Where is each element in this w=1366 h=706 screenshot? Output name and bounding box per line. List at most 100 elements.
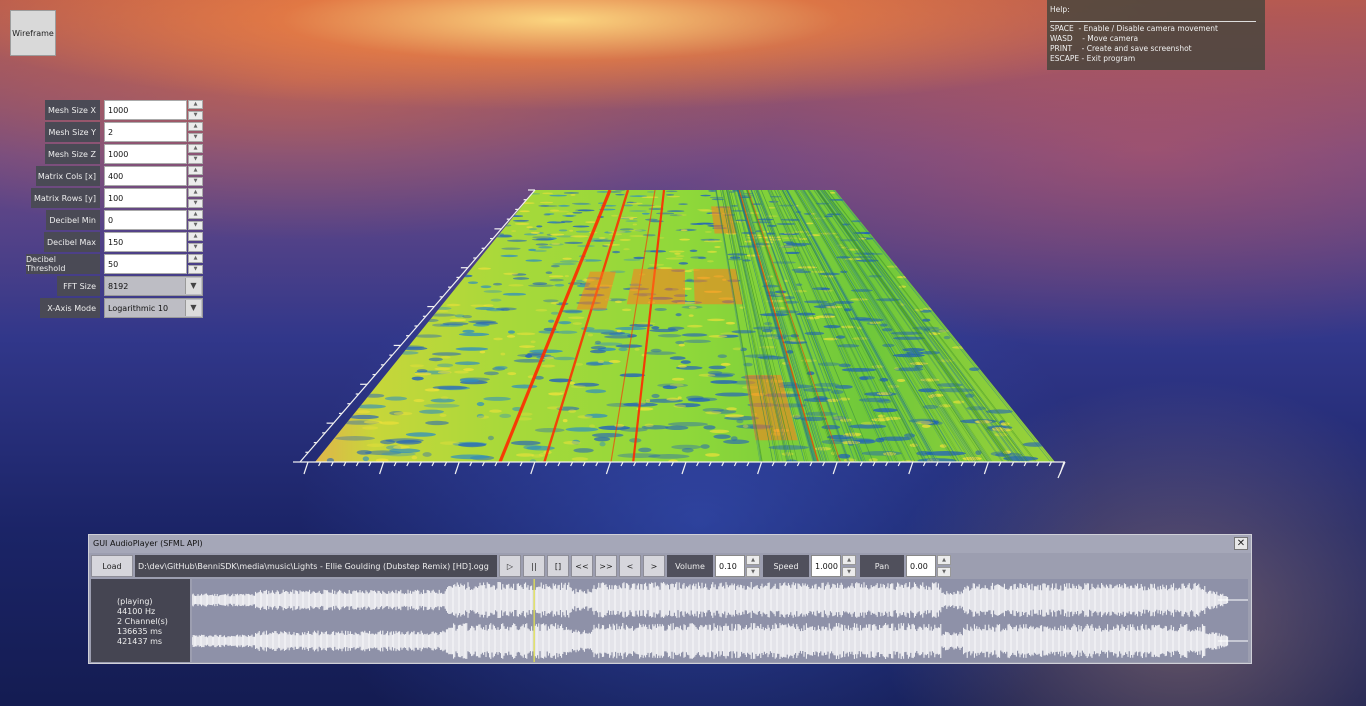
spectrum-noise	[492, 282, 503, 286]
spin-down-icon[interactable]: ▼	[188, 177, 203, 186]
spectrum-noise	[543, 213, 551, 216]
decibel-max-input[interactable]: 150	[104, 232, 187, 252]
spin-down-icon[interactable]: ▼	[842, 567, 856, 577]
mesh-size-z-input[interactable]: 1000	[104, 144, 187, 164]
spin-down-icon[interactable]: ▼	[188, 155, 203, 164]
spin-down-icon[interactable]: ▼	[937, 567, 951, 577]
spin-up-icon[interactable]: ▲	[188, 144, 203, 153]
spin-up-icon[interactable]: ▲	[188, 100, 203, 109]
spectrum-speckle	[493, 337, 503, 341]
matrix-rows-spinner[interactable]: ▲ ▼	[188, 188, 203, 208]
spin-up-icon[interactable]: ▲	[188, 254, 203, 263]
spin-up-icon[interactable]: ▲	[188, 122, 203, 131]
pan-spinner[interactable]: ▲ ▼	[937, 555, 951, 577]
play-button[interactable]: ▷	[499, 555, 521, 577]
x-axis-tick	[454, 461, 460, 475]
spectrum-speckle	[535, 309, 548, 312]
spectrum-speckle	[440, 355, 451, 359]
spectrum-speckle	[489, 409, 502, 413]
spectrum-speckle	[463, 368, 474, 372]
mesh-size-z-spinner[interactable]: ▲ ▼	[188, 144, 203, 164]
spin-up-icon[interactable]: ▲	[188, 232, 203, 241]
spin-down-icon[interactable]: ▼	[188, 221, 203, 230]
volume-input[interactable]: 0.10	[715, 555, 745, 577]
spectrum-speckle	[519, 345, 535, 348]
spectrum-speckle	[551, 242, 561, 245]
stop-button[interactable]: []	[547, 555, 569, 577]
spectrum-noise	[450, 454, 490, 460]
spin-down-icon[interactable]: ▼	[188, 243, 203, 252]
mesh-size-y-spinner[interactable]: ▲ ▼	[188, 122, 203, 142]
spin-up-icon[interactable]: ▲	[937, 555, 951, 565]
speed-input[interactable]: 1.000	[811, 555, 841, 577]
spectrum-noise	[431, 352, 462, 356]
matrix-rows-input[interactable]: 100	[104, 188, 187, 208]
step-back-button[interactable]: <	[619, 555, 641, 577]
spectrum-speckle	[550, 301, 560, 305]
decibel-threshold-input[interactable]: 50	[104, 254, 187, 274]
mesh-size-x-input[interactable]: 1000	[104, 100, 187, 120]
spectrum-speckle	[568, 409, 577, 413]
spin-up-icon[interactable]: ▲	[746, 555, 760, 565]
spectrum-speckle	[614, 300, 623, 304]
file-path-field[interactable]: D:\dev\GitHub\BenniSDK\media\music\Light…	[135, 555, 497, 577]
pause-button[interactable]: ||	[523, 555, 545, 577]
chevron-down-icon[interactable]: ▼	[185, 300, 201, 316]
speed-spinner[interactable]: ▲ ▼	[842, 555, 856, 577]
wireframe-button[interactable]: Wireframe	[10, 10, 56, 56]
x-axis-tick	[757, 461, 763, 475]
spectrum-noise	[349, 414, 380, 420]
spectrogram-mesh[interactable]	[290, 180, 1080, 490]
spin-up-icon[interactable]: ▲	[188, 188, 203, 197]
spectrum-speckle	[705, 453, 720, 457]
spectrum-noise	[458, 332, 490, 337]
spectrum-noise	[585, 389, 607, 394]
spin-up-icon[interactable]: ▲	[842, 555, 856, 565]
fft-size-select[interactable]: 8192 ▼	[104, 276, 203, 296]
decibel-min-input[interactable]: 0	[104, 210, 187, 230]
spectrum-noise	[594, 340, 601, 345]
spin-down-icon[interactable]: ▼	[746, 567, 760, 577]
spectrum-noise	[548, 221, 557, 223]
spectrum-noise	[528, 284, 555, 287]
pan-input[interactable]: 0.00	[906, 555, 936, 577]
spin-down-icon[interactable]: ▼	[188, 111, 203, 120]
spin-up-icon[interactable]: ▲	[188, 166, 203, 175]
mesh-size-y-input[interactable]: 2	[104, 122, 187, 142]
decibel-min-spinner[interactable]: ▲ ▼	[188, 210, 203, 230]
volume-spinner[interactable]: ▲ ▼	[746, 555, 760, 577]
spectrum-speckle	[674, 252, 681, 255]
close-icon[interactable]: ✕	[1234, 537, 1248, 550]
spectrum-noise	[502, 292, 527, 296]
waveform-view[interactable]	[192, 579, 1248, 662]
spin-up-icon[interactable]: ▲	[188, 210, 203, 219]
spectrum-noise	[335, 436, 375, 441]
channel-count: 2 Channel(s)	[117, 617, 168, 626]
spectrum-speckle	[739, 306, 745, 309]
decibel-max-spinner[interactable]: ▲ ▼	[188, 232, 203, 252]
matrix-cols-spinner[interactable]: ▲ ▼	[188, 166, 203, 186]
mesh-size-x-spinner[interactable]: ▲ ▼	[188, 100, 203, 120]
spin-down-icon[interactable]: ▼	[188, 133, 203, 142]
decibel-threshold-spinner[interactable]: ▲ ▼	[188, 254, 203, 274]
chevron-down-icon[interactable]: ▼	[185, 278, 201, 294]
spectrum-noise	[560, 220, 573, 223]
step-forward-button[interactable]: >	[643, 555, 665, 577]
fast-forward-button[interactable]: >>	[595, 555, 617, 577]
spectrum-speckle	[679, 238, 691, 241]
matrix-cols-input[interactable]: 400	[104, 166, 187, 186]
spectrum-speckle	[439, 441, 460, 445]
rewind-button[interactable]: <<	[571, 555, 593, 577]
pan-label: Pan	[860, 555, 904, 577]
volume-label: Volume	[667, 555, 713, 577]
spectrum-speckle	[550, 233, 565, 236]
x-axis-mode-select[interactable]: Logarithmic 10 ▼	[104, 298, 203, 318]
load-button[interactable]: Load	[91, 555, 133, 577]
spectrum-speckle	[680, 229, 688, 232]
spin-down-icon[interactable]: ▼	[188, 199, 203, 208]
spectrum-noise	[548, 319, 555, 323]
spectrum-speckle	[688, 306, 697, 309]
audio-player-window: GUI AudioPlayer (SFML API) ✕ Load D:\dev…	[88, 534, 1252, 664]
spectrum-noise	[483, 371, 499, 376]
spin-down-icon[interactable]: ▼	[188, 265, 203, 274]
